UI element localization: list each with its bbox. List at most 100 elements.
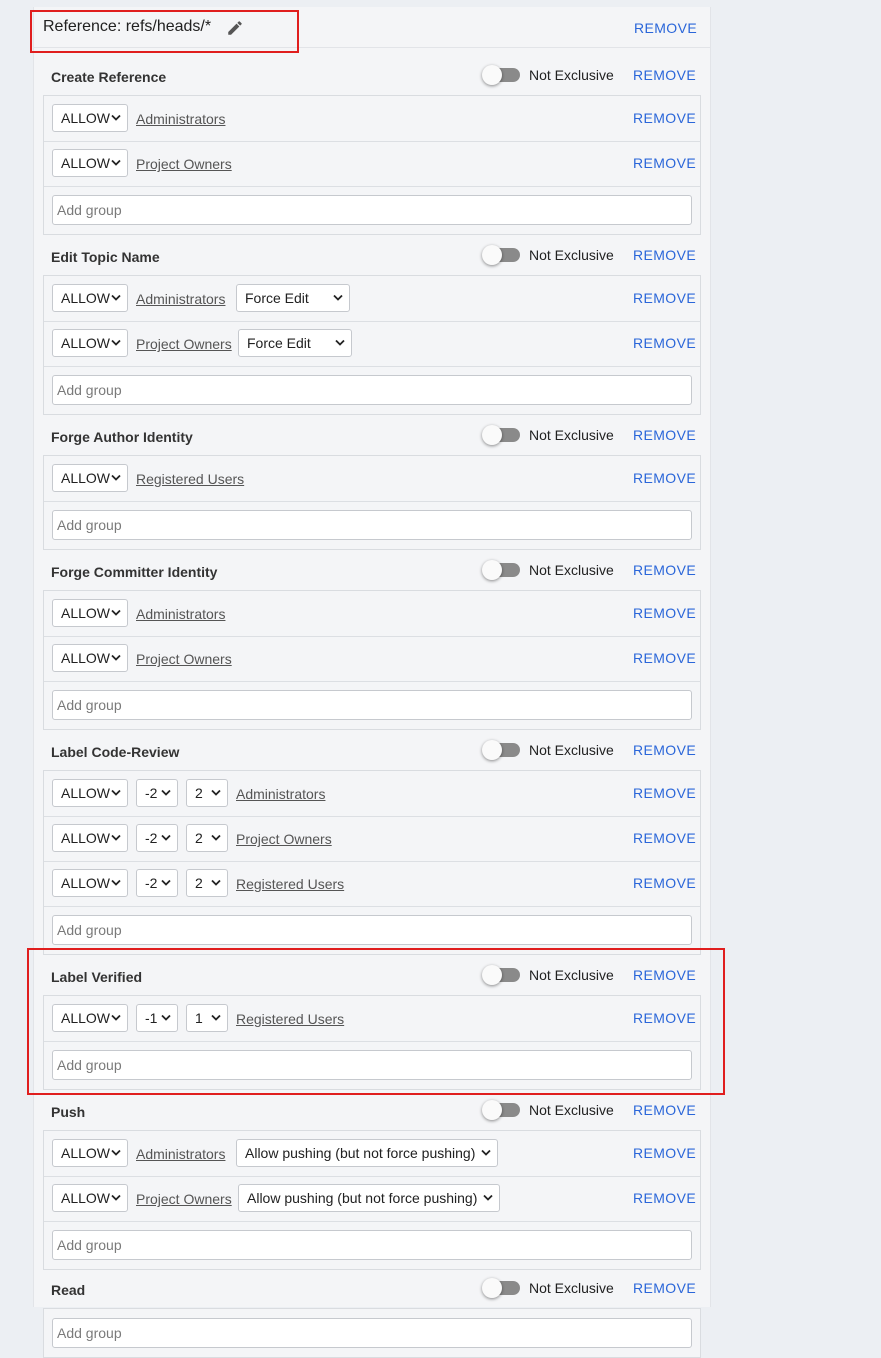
exclusive-toggle[interactable] bbox=[482, 965, 520, 985]
exclusive-toggle[interactable] bbox=[482, 1100, 520, 1120]
permission-remove-button[interactable]: REMOVE bbox=[633, 562, 696, 578]
action-select[interactable]: ALLOW bbox=[52, 329, 128, 357]
group-link[interactable]: Project Owners bbox=[136, 651, 232, 667]
group-link[interactable]: Registered Users bbox=[236, 876, 344, 892]
action-select[interactable]: ALLOW bbox=[52, 1139, 128, 1167]
permission-remove-button[interactable]: REMOVE bbox=[633, 247, 696, 263]
exclusive-toggle[interactable] bbox=[482, 65, 520, 85]
group-link[interactable]: Registered Users bbox=[136, 471, 244, 487]
action-select[interactable]: ALLOW bbox=[52, 644, 128, 672]
permission-title: Edit Topic Name bbox=[51, 249, 160, 265]
reference-remove-button[interactable]: REMOVE bbox=[634, 20, 697, 36]
chevron-down-icon bbox=[111, 834, 121, 841]
permission-title: Label Verified bbox=[51, 969, 143, 985]
rule-row: ALLOW Project Owners Allow pushing (but no… bbox=[44, 1176, 700, 1222]
add-group-input[interactable] bbox=[52, 510, 692, 540]
max-value-select[interactable]: 2 bbox=[186, 779, 228, 807]
rule-remove-button[interactable]: REMOVE bbox=[633, 1145, 696, 1161]
min-value-select[interactable]: -1 bbox=[136, 1004, 178, 1032]
rules-list: ALLOW Administrators REMOVE ALLOW Project Ow… bbox=[43, 95, 701, 235]
chevron-down-icon bbox=[111, 159, 121, 166]
permission-remove-button[interactable]: REMOVE bbox=[633, 967, 696, 983]
add-group-row bbox=[44, 1041, 700, 1089]
rule-remove-button[interactable]: REMOVE bbox=[633, 1010, 696, 1026]
action-select[interactable]: ALLOW bbox=[52, 779, 128, 807]
max-value-select[interactable]: 2 bbox=[186, 869, 228, 897]
rule-remove-button[interactable]: REMOVE bbox=[633, 290, 696, 306]
exclusive-toggle[interactable] bbox=[482, 425, 520, 445]
rule-row: ALLOW Project Owners REMOVE bbox=[44, 141, 700, 187]
group-link[interactable]: Administrators bbox=[136, 291, 225, 307]
action-select[interactable]: ALLOW bbox=[52, 869, 128, 897]
min-value-select[interactable]: -2 bbox=[136, 824, 178, 852]
add-group-input[interactable] bbox=[52, 1318, 692, 1348]
add-group-input[interactable] bbox=[52, 195, 692, 225]
force-select[interactable]: Allow pushing (but not force pushing) bbox=[238, 1184, 500, 1212]
exclusive-label: Not Exclusive bbox=[529, 67, 614, 83]
max-value-select[interactable]: 2 bbox=[186, 824, 228, 852]
force-select-value: Allow pushing (but not force pushing) bbox=[245, 1145, 476, 1161]
rule-remove-button[interactable]: REMOVE bbox=[633, 155, 696, 171]
exclusive-toggle[interactable] bbox=[482, 740, 520, 760]
action-select[interactable]: ALLOW bbox=[52, 599, 128, 627]
action-select[interactable]: ALLOW bbox=[52, 1184, 128, 1212]
chevron-down-icon bbox=[111, 609, 121, 616]
add-group-input[interactable] bbox=[52, 1050, 692, 1080]
reference-title: Reference: refs/heads/* bbox=[43, 18, 212, 35]
group-link[interactable]: Project Owners bbox=[136, 336, 232, 352]
min-value-select-value: -2 bbox=[145, 785, 158, 801]
rule-remove-button[interactable]: REMOVE bbox=[633, 1190, 696, 1206]
group-link[interactable]: Registered Users bbox=[236, 1011, 344, 1027]
min-value-select[interactable]: -2 bbox=[136, 779, 178, 807]
rule-remove-button[interactable]: REMOVE bbox=[633, 830, 696, 846]
rule-remove-button[interactable]: REMOVE bbox=[633, 335, 696, 351]
pencil-icon[interactable] bbox=[226, 19, 244, 37]
force-select[interactable]: Force Edit bbox=[238, 329, 352, 357]
group-link[interactable]: Administrators bbox=[136, 111, 225, 127]
chevron-down-icon bbox=[161, 789, 171, 796]
permission-remove-button[interactable]: REMOVE bbox=[633, 67, 696, 83]
action-select[interactable]: ALLOW bbox=[52, 104, 128, 132]
action-select[interactable]: ALLOW bbox=[52, 149, 128, 177]
group-link[interactable]: Administrators bbox=[136, 606, 225, 622]
rule-row: ALLOW Administrators REMOVE bbox=[44, 591, 700, 637]
max-value-select[interactable]: 1 bbox=[186, 1004, 228, 1032]
chevron-down-icon bbox=[111, 654, 121, 661]
action-select[interactable]: ALLOW bbox=[52, 464, 128, 492]
group-link[interactable]: Administrators bbox=[236, 786, 325, 802]
permission-remove-button[interactable]: REMOVE bbox=[633, 427, 696, 443]
add-group-input[interactable] bbox=[52, 375, 692, 405]
exclusive-toggle[interactable] bbox=[482, 245, 520, 265]
rule-remove-button[interactable]: REMOVE bbox=[633, 650, 696, 666]
permission-title: Read bbox=[51, 1282, 86, 1298]
rule-remove-button[interactable]: REMOVE bbox=[633, 110, 696, 126]
rule-remove-button[interactable]: REMOVE bbox=[633, 470, 696, 486]
chevron-down-icon bbox=[111, 474, 121, 481]
chevron-down-icon bbox=[211, 789, 221, 796]
permission-title: Push bbox=[51, 1104, 86, 1120]
permission-remove-button[interactable]: REMOVE bbox=[633, 1280, 696, 1296]
rule-remove-button[interactable]: REMOVE bbox=[633, 785, 696, 801]
group-link[interactable]: Project Owners bbox=[236, 831, 332, 847]
action-select[interactable]: ALLOW bbox=[52, 1004, 128, 1032]
exclusive-toggle[interactable] bbox=[482, 560, 520, 580]
permission-remove-button[interactable]: REMOVE bbox=[633, 1102, 696, 1118]
chevron-down-icon bbox=[161, 834, 171, 841]
rule-remove-button[interactable]: REMOVE bbox=[633, 605, 696, 621]
group-link[interactable]: Project Owners bbox=[136, 1191, 232, 1207]
min-value-select[interactable]: -2 bbox=[136, 869, 178, 897]
add-group-input[interactable] bbox=[52, 690, 692, 720]
add-group-input[interactable] bbox=[52, 1230, 692, 1260]
action-select[interactable]: ALLOW bbox=[52, 284, 128, 312]
force-select[interactable]: Allow pushing (but not force pushing) bbox=[236, 1139, 498, 1167]
add-group-input[interactable] bbox=[52, 915, 692, 945]
permission-remove-button[interactable]: REMOVE bbox=[633, 742, 696, 758]
add-group-row bbox=[44, 1309, 700, 1357]
group-link[interactable]: Administrators bbox=[136, 1146, 225, 1162]
group-link[interactable]: Project Owners bbox=[136, 156, 232, 172]
action-select[interactable]: ALLOW bbox=[52, 824, 128, 852]
exclusive-label: Not Exclusive bbox=[529, 742, 614, 758]
rule-remove-button[interactable]: REMOVE bbox=[633, 875, 696, 891]
force-select[interactable]: Force Edit bbox=[236, 284, 350, 312]
rule-row: ALLOW -2 2 Administrators REMOVE bbox=[44, 771, 700, 817]
